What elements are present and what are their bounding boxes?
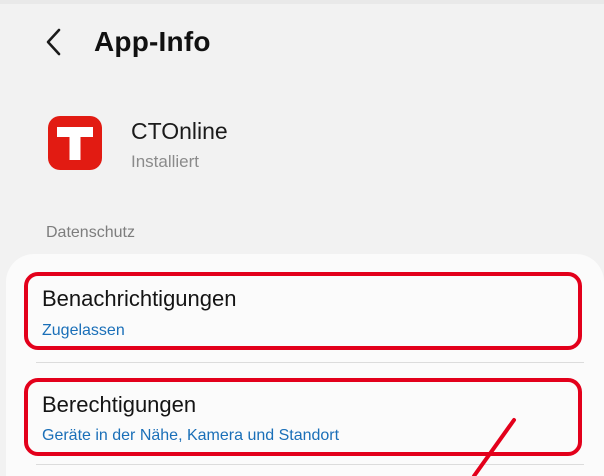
setting-permissions[interactable]: Berechtigungen Geräte in der Nähe, Kamer… — [6, 380, 604, 476]
header-bar: App-Info — [0, 14, 604, 74]
setting-title: Berechtigungen — [42, 392, 197, 417]
setting-subtitle: Geräte in der Nähe, Kamera und Standort — [42, 427, 340, 444]
chevron-left-icon — [46, 28, 61, 56]
app-icon — [48, 116, 102, 170]
divider — [36, 464, 584, 465]
setting-notifications[interactable]: Benachrichtigungen Zugelassen — [6, 272, 604, 372]
app-info-screen: App-Info CTOnline Installiert Datenschut… — [0, 0, 604, 476]
divider — [36, 362, 584, 363]
top-edge — [0, 0, 604, 4]
page-title: App-Info — [94, 26, 211, 57]
section-label-datenschutz: Datenschutz — [46, 224, 135, 241]
app-logo-t-icon — [57, 127, 93, 160]
back-button[interactable] — [34, 22, 74, 62]
app-info-row: CTOnline Installiert — [0, 108, 604, 188]
settings-card: Benachrichtigungen Zugelassen Berechtigu… — [6, 254, 604, 476]
setting-title: Benachrichtigungen — [42, 286, 237, 311]
app-name: CTOnline — [131, 118, 228, 144]
app-status: Installiert — [131, 152, 200, 171]
setting-subtitle: Zugelassen — [42, 322, 125, 339]
